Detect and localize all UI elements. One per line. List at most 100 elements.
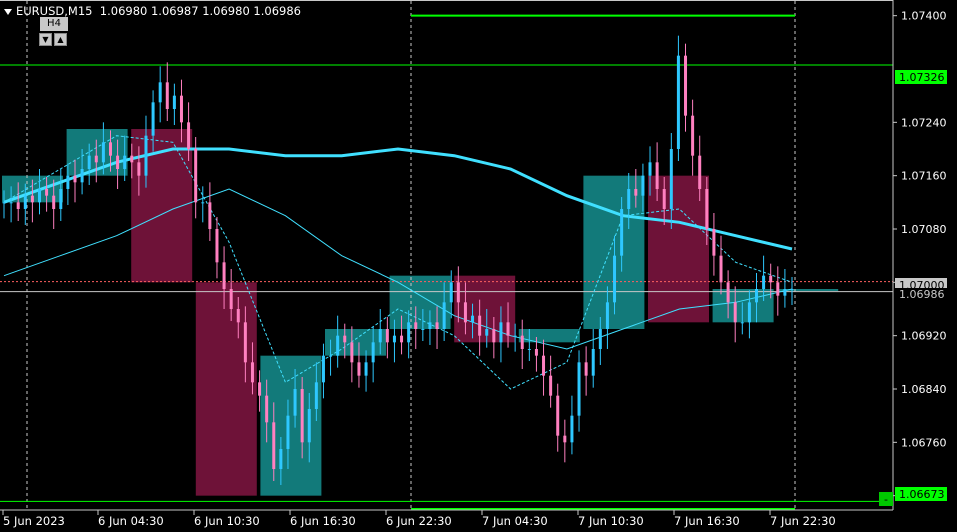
bear-candle: [726, 282, 730, 303]
bull-candle: [620, 209, 624, 256]
bear-candle: [400, 335, 404, 343]
bear-candle: [769, 275, 773, 283]
bear-candle: [187, 122, 191, 149]
bear-candle: [698, 155, 702, 189]
bear-candle: [94, 155, 98, 163]
bull-candle: [87, 155, 91, 169]
bull-candle: [527, 349, 531, 350]
time-tick-label: 7 Jun 10:30: [578, 514, 644, 528]
bull-candle: [336, 335, 340, 356]
bear-candle: [463, 302, 467, 323]
bear-candle: [733, 302, 737, 323]
bear-candle: [215, 229, 219, 263]
h4-bear-box: [454, 275, 516, 343]
timeframe-down-button[interactable]: ▼: [39, 33, 52, 46]
level-marker[interactable]: -: [884, 493, 888, 506]
bear-candle: [385, 329, 389, 343]
bear-candle: [712, 229, 716, 256]
bear-candle: [684, 55, 688, 116]
ohlc-values: 1.06980 1.06987 1.06980 1.06986: [99, 4, 301, 18]
bull-candle: [648, 162, 652, 176]
h4-bull-box: [583, 175, 645, 329]
time-axis[interactable]: 5 Jun 2023 6 Jun 04:30 6 Jun 10:30 6 Jun 16…: [2, 510, 836, 528]
price-chart[interactable]: 1.074001.072401.071601.070801.070001.069…: [0, 0, 957, 532]
bull-candle: [442, 302, 446, 329]
collapse-triangle-icon[interactable]: [4, 8, 12, 15]
bull-candle: [421, 329, 425, 330]
bull-candle: [740, 322, 744, 324]
bull-candle: [371, 342, 375, 363]
bull-candle: [80, 169, 84, 183]
bull-candle: [279, 449, 283, 469]
time-tick-label: 5 Jun 2023: [3, 514, 65, 528]
bull-candle: [172, 95, 176, 109]
bull-candle: [123, 155, 127, 169]
bear-candle: [73, 175, 77, 183]
price-tick-label: 1.06920: [901, 330, 947, 343]
bull-candle: [641, 175, 645, 196]
bull-candle: [499, 322, 503, 343]
bear-candle: [492, 329, 496, 343]
bear-candle: [563, 435, 567, 443]
bull-candle: [144, 135, 148, 176]
bear-candle: [584, 362, 588, 376]
bear-candle: [16, 202, 20, 209]
price-tick-label: 1.07160: [901, 170, 947, 183]
bull-candle: [605, 302, 609, 329]
bear-candle: [130, 155, 134, 163]
bear-candle: [300, 389, 304, 443]
bear-candle: [478, 315, 482, 336]
bull-candle: [613, 255, 617, 303]
bull-candle: [627, 189, 631, 209]
bear-candle: [116, 155, 120, 169]
bear-candle: [52, 195, 56, 209]
h4-bull-box: [389, 275, 451, 329]
bull-candle: [9, 202, 13, 204]
h4-bull-box: [260, 355, 322, 496]
bear-candle: [229, 289, 233, 309]
price-tick-label: 1.07400: [901, 10, 947, 23]
bull-candle: [783, 289, 787, 296]
bull-candle: [513, 335, 517, 337]
bear-candle: [414, 322, 418, 329]
bull-candle: [790, 289, 794, 290]
bear-candle: [691, 115, 695, 156]
bear-candle: [549, 375, 553, 396]
bear-candle: [45, 189, 49, 196]
bull-candle: [598, 329, 602, 349]
bull-candle: [669, 149, 673, 209]
bear-candle: [506, 322, 510, 336]
bear-candle: [662, 189, 666, 209]
bear-candle: [556, 395, 560, 436]
h4-candle-boxes: [2, 129, 839, 496]
bear-candle: [435, 322, 439, 329]
time-tick-label: 6 Jun 04:30: [98, 514, 164, 528]
bull-candle: [321, 355, 325, 383]
bull-candle: [378, 329, 382, 343]
bear-candle: [655, 162, 659, 189]
bear-candle: [222, 262, 226, 289]
bull-candle: [329, 355, 333, 357]
bear-candle: [265, 395, 269, 423]
time-tick-label: 6 Jun 10:30: [194, 514, 260, 528]
bear-candle: [520, 335, 524, 349]
timeframe-label: H4: [40, 17, 68, 31]
price-tick-label: 1.07080: [901, 223, 947, 236]
bull-candle: [66, 175, 70, 189]
bear-candle: [350, 342, 354, 363]
bear-candle: [137, 162, 141, 176]
h4-bull-box: [325, 329, 386, 356]
bear-candle: [776, 282, 780, 296]
bull-candle: [101, 142, 105, 163]
price-tick-label: 1.06760: [901, 436, 947, 449]
bear-candle: [705, 189, 709, 229]
h4-bull-box: [518, 329, 580, 343]
bull-candle: [407, 322, 411, 343]
bull-candle: [293, 389, 297, 416]
time-tick-label: 7 Jun 16:30: [674, 514, 740, 528]
price-tick-label: 1.06840: [901, 383, 947, 396]
bear-candle: [236, 309, 240, 323]
timeframe-up-button[interactable]: ▲: [54, 33, 67, 46]
time-tick-label: 7 Jun 22:30: [770, 514, 836, 528]
bull-candle: [59, 189, 63, 209]
